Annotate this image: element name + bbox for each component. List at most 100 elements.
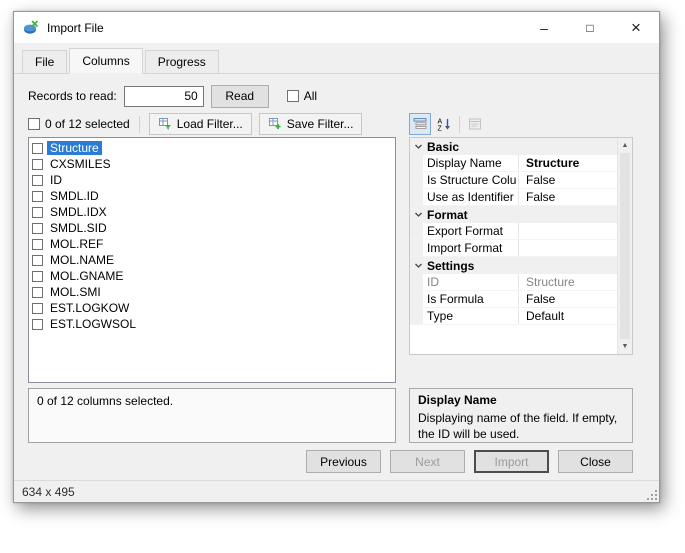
property-value[interactable]: False — [519, 172, 617, 188]
load-filter-button[interactable]: Load Filter... — [149, 113, 252, 135]
checkbox-icon[interactable] — [32, 159, 43, 170]
property-description-title: Display Name — [418, 393, 624, 407]
sort-alphabetical-button[interactable]: A Z — [433, 113, 455, 135]
previous-button[interactable]: Previous — [306, 450, 381, 473]
records-to-read-input[interactable] — [124, 86, 204, 107]
next-button[interactable]: Next — [390, 450, 465, 473]
checkbox-icon[interactable] — [32, 207, 43, 218]
column-list-item[interactable]: Structure — [29, 140, 395, 156]
tab-file[interactable]: File — [22, 50, 67, 74]
checkbox-icon[interactable] — [32, 223, 43, 234]
column-name-label: MOL.GNAME — [47, 269, 126, 283]
property-name: Type — [423, 308, 519, 324]
import-file-dialog: Import File – □ × File Columns Progress … — [13, 11, 660, 503]
categorized-icon — [413, 117, 427, 131]
footer-buttons: Previous Next Import Close — [28, 443, 633, 480]
property-name: Export Format — [423, 223, 519, 239]
property-row[interactable]: Type Default — [410, 308, 617, 325]
scroll-down-icon[interactable]: ▼ — [618, 339, 632, 354]
tab-label: Columns — [82, 54, 129, 68]
property-grid-rows: Basic Display Name Structure Is Structur… — [410, 138, 617, 354]
checkbox-icon[interactable] — [32, 287, 43, 298]
property-category-row[interactable]: Basic — [410, 138, 617, 155]
property-row[interactable]: Is Formula False — [410, 291, 617, 308]
column-list-item[interactable]: SMDL.SID — [29, 220, 395, 236]
import-button[interactable]: Import — [474, 450, 549, 473]
checkbox-icon[interactable] — [32, 319, 43, 330]
minimize-button[interactable]: – — [521, 12, 567, 43]
maximize-button[interactable]: □ — [567, 12, 613, 43]
tab-label: File — [35, 55, 54, 69]
close-button[interactable]: Close — [558, 450, 633, 473]
column-name-label: SMDL.ID — [47, 189, 102, 203]
scroll-up-icon[interactable]: ▲ — [618, 138, 632, 153]
property-value[interactable]: False — [519, 291, 617, 307]
tab-progress[interactable]: Progress — [145, 50, 219, 74]
columns-list[interactable]: Structure CXSMILES ID SMDL.ID SMDL.IDX S… — [28, 137, 396, 383]
property-category-row[interactable]: Settings — [410, 257, 617, 274]
close-button[interactable]: × — [613, 12, 659, 43]
property-name: Is Structure Colu — [423, 172, 519, 188]
title-bar[interactable]: Import File – □ × — [14, 12, 659, 43]
window-title: Import File — [47, 21, 104, 35]
column-list-item[interactable]: SMDL.ID — [29, 188, 395, 204]
column-name-label: MOL.REF — [47, 237, 106, 251]
property-category-row[interactable]: Format — [410, 206, 617, 223]
resize-grip-icon[interactable] — [646, 489, 658, 501]
property-value[interactable]: Structure — [519, 274, 617, 290]
property-category-label: Format — [427, 208, 468, 222]
checkbox-icon[interactable] — [32, 191, 43, 202]
property-category-label: Basic — [427, 140, 459, 154]
all-checkbox[interactable]: All — [287, 89, 317, 103]
property-row[interactable]: Display Name Structure — [410, 155, 617, 172]
checkbox-icon[interactable] — [32, 303, 43, 314]
property-name: ID — [423, 274, 519, 290]
save-filter-button[interactable]: Save Filter... — [259, 113, 363, 135]
column-list-item[interactable]: MOL.NAME — [29, 252, 395, 268]
column-list-item[interactable]: EST.LOGKOW — [29, 300, 395, 316]
column-name-label: ID — [47, 173, 65, 187]
checkbox-icon[interactable] — [32, 143, 43, 154]
tab-columns[interactable]: Columns — [69, 48, 142, 74]
checkbox-icon[interactable] — [32, 175, 43, 186]
property-value[interactable]: False — [519, 189, 617, 205]
property-name: Is Formula — [423, 291, 519, 307]
property-value[interactable] — [519, 240, 617, 256]
tab-label: Progress — [158, 55, 206, 69]
checkbox-icon[interactable] — [28, 118, 40, 130]
column-list-item[interactable]: EST.LOGWSOL — [29, 316, 395, 332]
scroll-thumb[interactable] — [620, 153, 630, 339]
property-pages-button[interactable] — [464, 113, 486, 135]
selection-summary: 0 of 12 columns selected. — [28, 388, 396, 443]
checkbox-icon[interactable] — [287, 90, 299, 102]
column-list-item[interactable]: CXSMILES — [29, 156, 395, 172]
column-name-label: CXSMILES — [47, 157, 114, 171]
property-value[interactable]: Default — [519, 308, 617, 324]
property-row[interactable]: Use as Identifier False — [410, 189, 617, 206]
property-row[interactable]: ID Structure — [410, 274, 617, 291]
property-row[interactable]: Export Format — [410, 223, 617, 240]
column-list-item[interactable]: MOL.REF — [29, 236, 395, 252]
checkbox-icon[interactable] — [32, 271, 43, 282]
column-list-item[interactable]: MOL.GNAME — [29, 268, 395, 284]
main-area: 0 of 12 selected Load Filter... — [28, 111, 633, 443]
window-size-label: 634 x 495 — [22, 485, 75, 499]
property-row[interactable]: Import Format — [410, 240, 617, 257]
select-all-checkbox[interactable]: 0 of 12 selected — [28, 117, 130, 131]
checkbox-icon[interactable] — [32, 255, 43, 266]
property-pages-icon — [468, 117, 482, 131]
column-list-item[interactable]: ID — [29, 172, 395, 188]
checkbox-icon[interactable] — [32, 239, 43, 250]
records-bar: Records to read: Read All — [28, 83, 633, 109]
column-name-label: EST.LOGKOW — [47, 301, 132, 315]
property-value[interactable]: Structure — [519, 155, 617, 171]
read-button[interactable]: Read — [211, 85, 269, 108]
scrollbar[interactable]: ▲ ▼ — [617, 138, 632, 354]
column-list-item[interactable]: MOL.SMI — [29, 284, 395, 300]
categorized-button[interactable] — [409, 113, 431, 135]
save-filter-label: Save Filter... — [287, 117, 354, 131]
column-list-item[interactable]: SMDL.IDX — [29, 204, 395, 220]
load-filter-icon — [158, 117, 172, 131]
property-row[interactable]: Is Structure Colu False — [410, 172, 617, 189]
property-value[interactable] — [519, 223, 617, 239]
